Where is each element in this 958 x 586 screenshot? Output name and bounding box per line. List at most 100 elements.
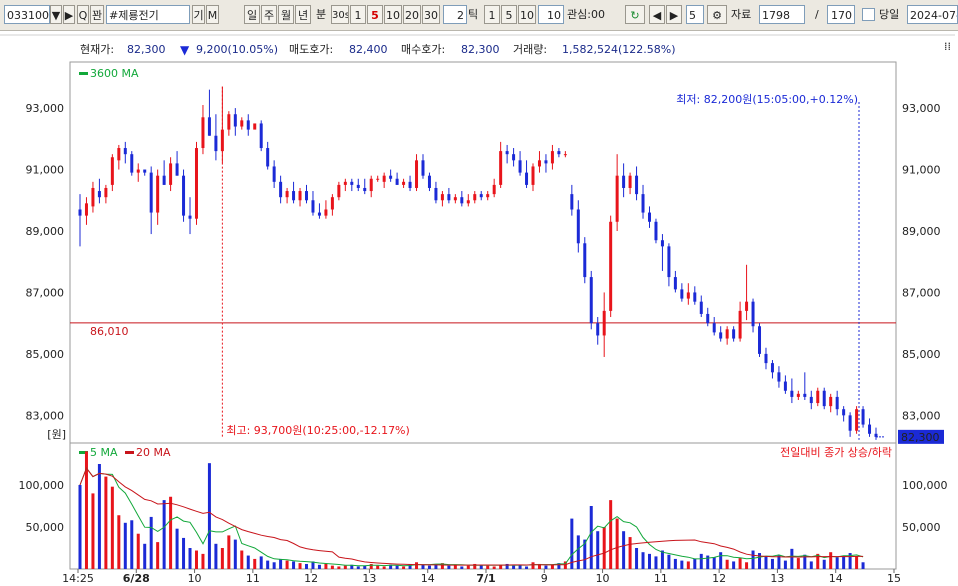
volume-bar: [162, 500, 166, 569]
volume-bar: [292, 561, 296, 569]
volume-bar: [305, 563, 309, 569]
volume-bar: [240, 550, 244, 569]
volume-bar: [466, 565, 470, 569]
candle-body: [188, 215, 192, 219]
time-tick-label: 13: [362, 572, 376, 585]
time-tick-label: 11: [246, 572, 260, 585]
price-tick-right: 87,000: [902, 286, 941, 299]
volume-bar: [395, 565, 399, 569]
candle-body: [266, 148, 270, 167]
candle-body: [719, 332, 723, 339]
candle-body: [317, 212, 321, 216]
price-tick-left: 93,000: [26, 102, 65, 115]
candle-body: [686, 292, 690, 299]
price-tick-left: 91,000: [26, 164, 65, 177]
candle-body: [466, 200, 470, 204]
candle-body: [550, 151, 554, 164]
time-tick-label: 12: [712, 572, 726, 585]
ma20-legend-label: 20 MA: [136, 446, 171, 459]
volume-bar: [447, 565, 451, 569]
candle-body: [829, 396, 833, 407]
candle-body: [576, 209, 580, 244]
volume-bar: [272, 562, 276, 569]
volume-bar: [764, 556, 768, 569]
volume-bar: [143, 543, 147, 569]
candle-body: [602, 310, 606, 336]
candle-body: [855, 409, 859, 431]
candle-body: [492, 184, 496, 195]
candle-body: [169, 163, 173, 185]
candle-body: [777, 372, 781, 382]
candle-body: [868, 424, 872, 434]
price-tick-left: 89,000: [26, 225, 65, 238]
candle-body: [499, 151, 503, 185]
volume-bar: [609, 500, 613, 569]
candle-body: [104, 187, 108, 198]
candle-body: [182, 175, 186, 216]
volume-bar: [829, 552, 833, 569]
volume-bar: [783, 560, 787, 569]
candle-body: [583, 243, 587, 278]
candle-body: [369, 178, 373, 192]
time-tick-label: 7/1: [476, 572, 495, 585]
candle-body: [382, 175, 386, 182]
volume-bar: [628, 537, 632, 569]
volume-bar: [266, 560, 270, 569]
volume-bar: [175, 528, 179, 569]
volume-bar: [751, 550, 755, 569]
candle-body: [376, 178, 380, 180]
reference-line-label: 86,010: [90, 325, 129, 338]
volume-bar: [531, 562, 535, 569]
time-tick-label: 14:25: [62, 572, 94, 585]
volume-panel: 50,000 50,000 100,000 100,000 5 MA 20 MA 전일대비 …: [19, 442, 948, 570]
candle-body: [738, 310, 742, 339]
volume-tick-right: 50,000: [902, 521, 941, 534]
volume-bar: [91, 493, 95, 569]
candle-body: [149, 172, 153, 213]
candle-body: [156, 175, 160, 213]
volume-bar: [356, 566, 360, 569]
candle-body: [427, 175, 431, 188]
candle-body: [415, 160, 419, 188]
candle-body: [253, 123, 257, 130]
volume-bar: [337, 566, 341, 569]
candle-body: [770, 363, 774, 373]
candle-body: [453, 197, 457, 201]
volume-bar: [227, 535, 231, 569]
ma3600-legend-label: 3600 MA: [90, 67, 139, 80]
volume-bar: [427, 565, 431, 569]
candle-body: [628, 175, 632, 188]
candle-body: [589, 277, 593, 324]
candle-body: [123, 148, 127, 155]
volume-bar: [460, 566, 464, 569]
volume-bar: [790, 548, 794, 569]
candle-body: [91, 187, 95, 207]
candle-body: [809, 396, 813, 404]
price-tick-right: 91,000: [902, 164, 941, 177]
volume-bar: [214, 543, 218, 569]
volume-bar: [622, 531, 626, 569]
candle-body: [563, 154, 567, 156]
volume-bar: [117, 515, 121, 569]
candle-body: [240, 120, 244, 127]
candle-body: [835, 396, 839, 410]
candle-body: [706, 313, 710, 324]
candle-body: [201, 117, 205, 149]
candle-body: [408, 181, 412, 188]
volume-tick-left: 50,000: [26, 521, 65, 534]
candle-body: [848, 415, 852, 431]
volume-bar: [693, 558, 697, 569]
volume-bar: [317, 564, 321, 569]
candle-body: [693, 292, 697, 302]
candle-body: [615, 175, 619, 222]
volume-bar: [589, 506, 593, 569]
candle-body: [279, 181, 283, 198]
time-tick-label: 10: [188, 572, 202, 585]
volume-bar: [512, 565, 516, 569]
volume-bar: [130, 520, 134, 569]
price-tick-right: 89,000: [902, 225, 941, 238]
candle-body: [233, 114, 237, 127]
price-tick-right: 93,000: [902, 102, 941, 115]
volume-bar: [770, 558, 774, 569]
candle-body: [622, 175, 626, 188]
